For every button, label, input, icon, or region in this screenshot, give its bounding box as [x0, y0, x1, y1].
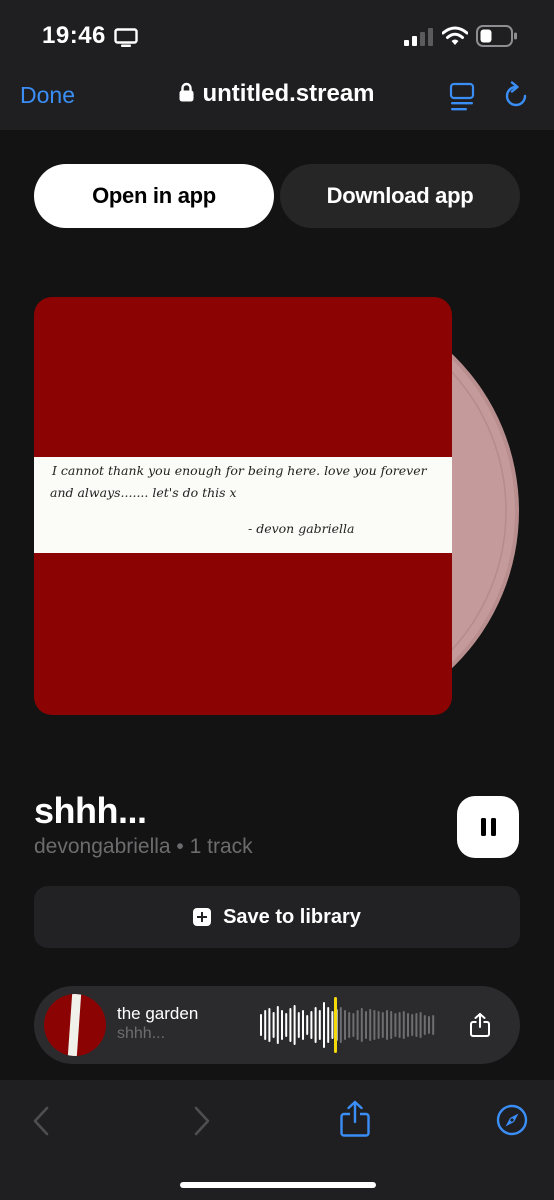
waveform-bar [323, 1002, 325, 1048]
browser-toolbar [0, 1080, 554, 1200]
playhead[interactable] [334, 997, 337, 1053]
note-line-2: and always....... let's do this x [50, 485, 237, 500]
save-to-library-button[interactable]: Save to library [34, 886, 520, 948]
lock-icon [179, 82, 194, 102]
status-bar: 19:46 [0, 0, 554, 68]
waveform-bar [390, 1011, 393, 1039]
pause-icon [480, 818, 486, 836]
add-icon [193, 908, 212, 926]
waveform-bar [276, 1006, 279, 1044]
waveform-bar [302, 1010, 304, 1040]
waveform-bar [268, 1008, 271, 1042]
browser-nav-bar: Done untitled.stream [0, 68, 554, 130]
album-meta: devongabriella • 1 track [34, 835, 253, 858]
waveform-bar [348, 1012, 351, 1038]
waveform-bar [394, 1013, 397, 1037]
waveform-bar [264, 1010, 267, 1040]
note-signature: - devon gabriella [248, 521, 355, 536]
waveform-bar [407, 1013, 409, 1037]
waveform-bar [281, 1010, 283, 1040]
share-icon[interactable] [340, 1100, 370, 1138]
status-time: 19:46 [42, 22, 106, 49]
cover-note: I cannot thank you enough for being here… [34, 457, 452, 553]
waveform-bar [297, 1012, 300, 1038]
share-icon[interactable] [470, 1013, 490, 1037]
album-cover: I cannot thank you enough for being here… [34, 297, 452, 715]
waveform-bar [352, 1013, 355, 1037]
chevron-right-icon[interactable] [192, 1105, 212, 1137]
waveform-bar [356, 1010, 359, 1040]
reader-mode-icon[interactable] [449, 82, 475, 112]
download-app-button[interactable]: Download app [280, 164, 520, 228]
reload-icon[interactable] [503, 81, 529, 109]
waveform-bar [344, 1010, 346, 1040]
waveform-bar [289, 1008, 292, 1042]
waveform-scrubber[interactable] [258, 995, 448, 1055]
waveform-bar [419, 1012, 422, 1038]
waveform-bar [377, 1011, 380, 1039]
waveform-bar [310, 1011, 313, 1039]
mini-player[interactable]: the garden shhh... [34, 986, 520, 1064]
waveform-bar [339, 1007, 342, 1043]
save-label: Save to library [223, 905, 361, 928]
chevron-left-icon[interactable] [31, 1105, 51, 1137]
waveform-bar [398, 1012, 401, 1038]
waveform-bar [360, 1008, 363, 1042]
screen-mirroring-icon [114, 28, 138, 47]
album-title: shhh... [34, 790, 147, 831]
waveform-bar [373, 1010, 376, 1040]
waveform-bar [428, 1016, 430, 1034]
waveform-bar [432, 1015, 435, 1035]
battery-icon [476, 25, 517, 47]
track-artwork [44, 994, 106, 1056]
waveform-bar [285, 1013, 288, 1037]
home-indicator [180, 1182, 376, 1188]
cellular-signal-icon [404, 28, 433, 46]
url-text: untitled.stream [202, 80, 375, 107]
pause-button[interactable] [457, 796, 519, 858]
waveform-bar [415, 1013, 418, 1037]
waveform-bar [365, 1011, 367, 1039]
waveform-bar [293, 1005, 296, 1045]
waveform-bar [331, 1011, 334, 1039]
waveform-bar [386, 1010, 388, 1040]
waveform-bar [411, 1014, 414, 1036]
waveform-bar [327, 1007, 330, 1043]
track-album: shhh... [117, 1025, 166, 1042]
waveform-bar [272, 1012, 275, 1038]
waveform-bar [306, 1015, 309, 1035]
waveform-bar [369, 1009, 372, 1041]
waveform-bar [381, 1012, 384, 1038]
page-content: Open in app Download app I cannot thank … [0, 130, 554, 1080]
waveform-bar [423, 1015, 426, 1035]
wifi-icon [442, 26, 468, 45]
waveform-bar [260, 1014, 262, 1036]
track-title: the garden [117, 1004, 199, 1023]
note-line-1: I cannot thank you enough for being here… [52, 463, 427, 478]
open-in-app-button[interactable]: Open in app [34, 164, 274, 228]
waveform-bar [314, 1007, 317, 1043]
waveform-bar [318, 1010, 321, 1040]
waveform-bar [402, 1011, 405, 1039]
compass-icon[interactable] [496, 1104, 528, 1136]
